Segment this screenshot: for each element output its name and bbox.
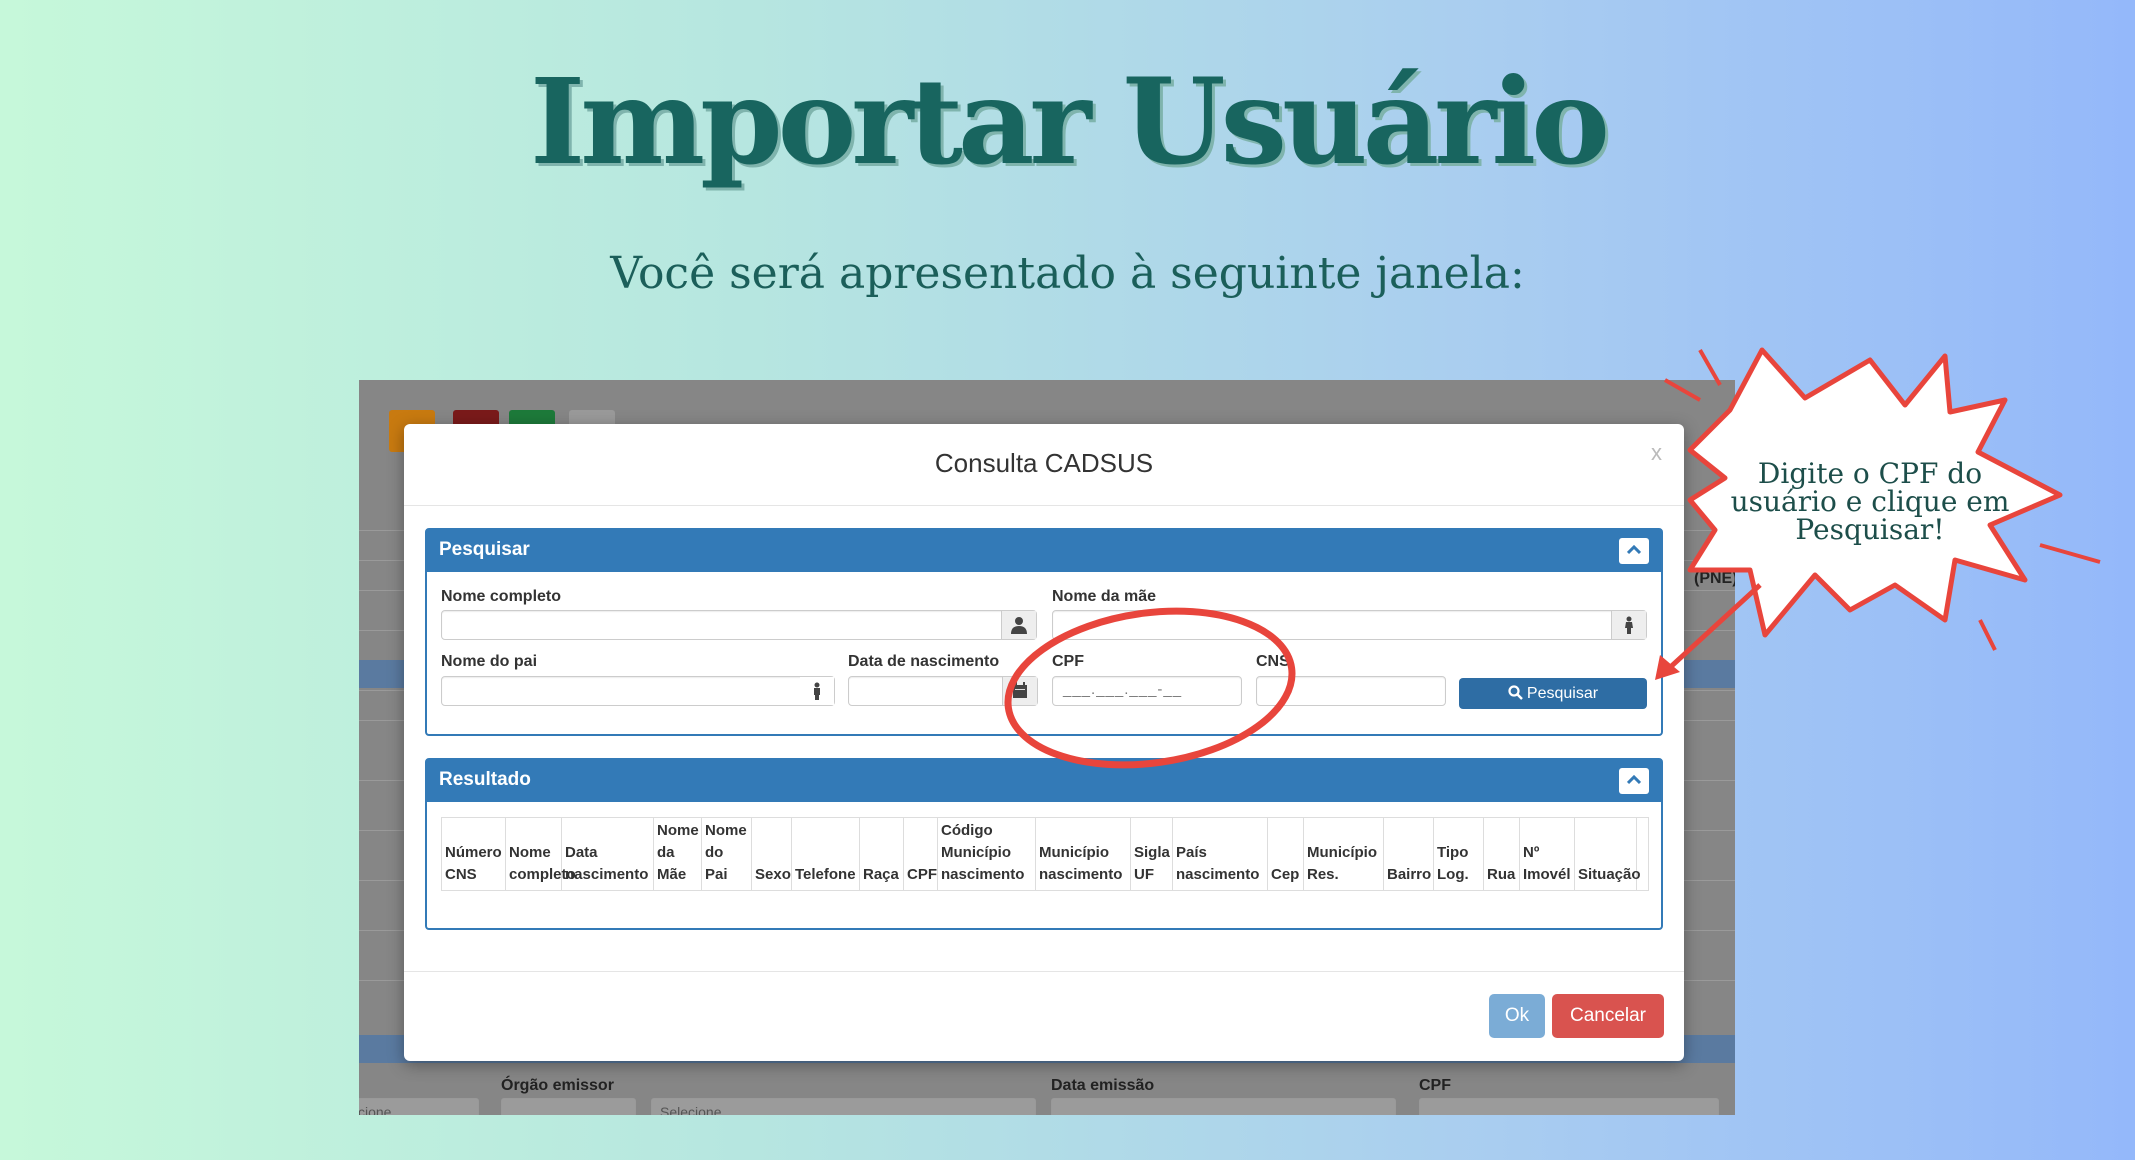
- callout-spike-right: [2039, 543, 2101, 564]
- callout-spike-top: [1698, 349, 1722, 386]
- annotation-overlay: [1004, 347, 2101, 769]
- callout-arrow-line: [1663, 583, 1762, 674]
- callout-text: Digite o CPF do usuário e clique em Pesq…: [1730, 457, 2010, 546]
- callout-spike-left: [1664, 378, 1701, 402]
- callout-spike-bottom: [1978, 619, 1997, 651]
- cpf-highlight-circle: [1004, 607, 1296, 769]
